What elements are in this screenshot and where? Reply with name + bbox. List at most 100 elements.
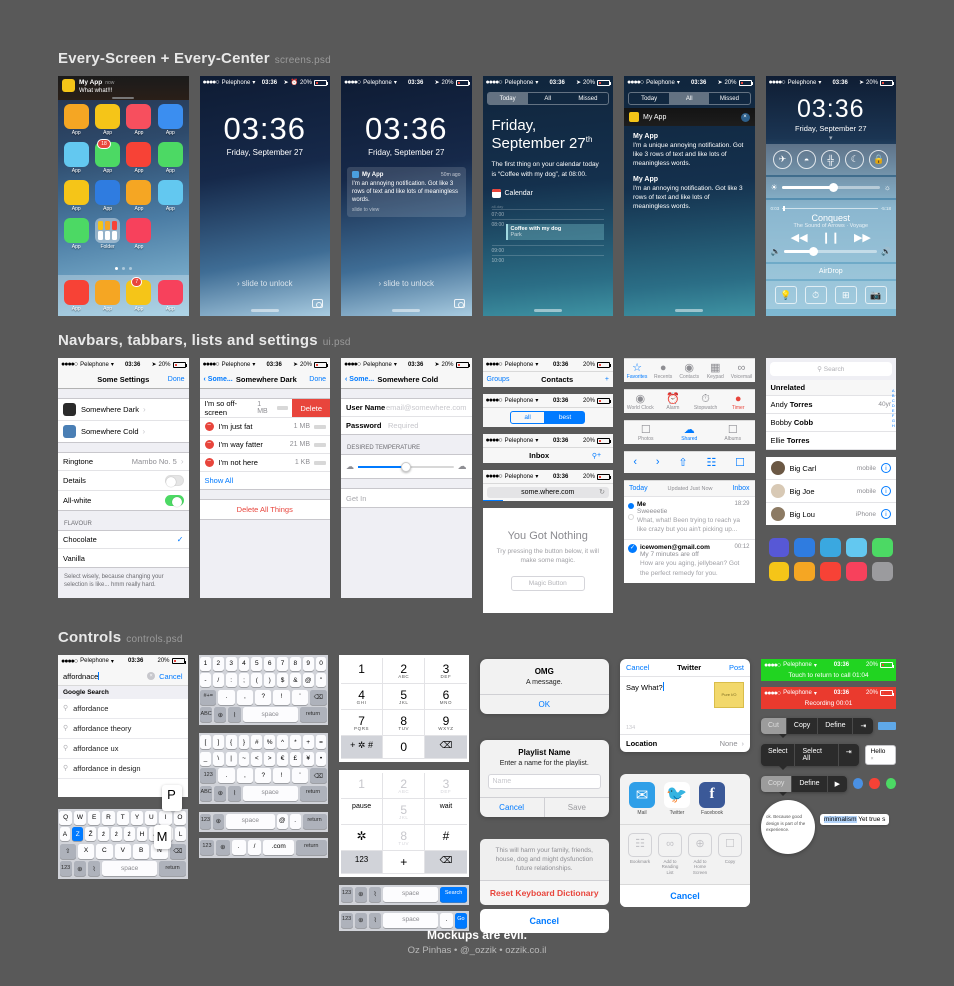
segment-all[interactable]: all [510, 411, 545, 424]
app-icon-tile[interactable]: App [157, 104, 183, 136]
key-percent[interactable]: % [264, 735, 276, 750]
tab-contacts[interactable]: ◉ Contacts [676, 362, 702, 380]
settings-row-vanilla[interactable]: Vanilla [58, 549, 189, 567]
action-bookmark[interactable]: ☷ Bookmark [628, 832, 652, 876]
numbers-key[interactable]: 123 [340, 912, 353, 928]
cc-grabber[interactable]: ▾ [766, 134, 897, 142]
key-apostrophe[interactable]: ' [291, 768, 309, 784]
keypad-8[interactable]: 8 TUV [383, 709, 426, 736]
airdrop-row[interactable]: AirDrop [765, 264, 896, 279]
green-dot-icon[interactable] [885, 778, 896, 790]
app-icon-tile[interactable]: App [157, 142, 183, 174]
key-bullet[interactable]: • [315, 751, 327, 766]
key-v[interactable]: V [114, 843, 131, 859]
red-dot-icon[interactable] [869, 778, 880, 790]
key-underscore[interactable]: _ [200, 751, 211, 766]
key-l[interactable]: L [175, 827, 186, 842]
define-button[interactable]: Define [818, 717, 854, 734]
key-pipe[interactable]: | [225, 751, 237, 766]
today-button[interactable]: Today [629, 485, 648, 492]
keypad-8[interactable]: 8 TUV [383, 824, 426, 851]
save-button[interactable]: Save [543, 797, 609, 817]
numbers-key[interactable]: 123 [340, 886, 353, 902]
key-exclaim[interactable]: ! [273, 689, 290, 705]
keypad-hash[interactable]: # [425, 825, 467, 851]
key-u[interactable]: U [145, 810, 158, 825]
abc-key[interactable]: ABC [200, 707, 213, 723]
keypad-6[interactable]: 6 MNO [425, 684, 467, 710]
done-button[interactable]: Done [300, 376, 326, 383]
globe-key[interactable]: ⊕ [214, 707, 227, 723]
return-key[interactable]: return [299, 785, 327, 801]
inbox-button[interactable]: Inbox [732, 485, 749, 492]
share-app-facebook[interactable]: f Facebook [699, 781, 725, 816]
app-icon-tile[interactable]: App [63, 218, 89, 250]
volume-slider[interactable]: 🔈 🔊 [771, 247, 891, 256]
space-key[interactable]: space [102, 861, 158, 877]
key-dash[interactable]: - [200, 673, 211, 688]
add-contact-button[interactable]: + [605, 376, 609, 383]
key-2[interactable]: 2 [212, 656, 224, 671]
action-copy[interactable]: ☐ Copy [718, 832, 742, 876]
globe-key[interactable]: ⊕ [214, 785, 227, 801]
keypad-pause[interactable]: pause [341, 798, 384, 825]
slider-track[interactable] [784, 247, 878, 256]
return-key[interactable]: return [299, 707, 327, 723]
timer-icon[interactable]: ⏱ [804, 286, 827, 304]
define-button[interactable]: Define [792, 775, 828, 792]
tab-alarm[interactable]: ⏰ Alarm [657, 393, 690, 411]
app-icon-tile[interactable]: App [94, 104, 121, 136]
swatch[interactable] [820, 538, 842, 557]
period-key[interactable]: . [289, 813, 301, 829]
tweet-text-area[interactable]: Say What? Pure I/O [620, 677, 750, 725]
bookmarks-icon[interactable]: ☷ [706, 456, 716, 469]
mail-row[interactable]: Me 18:29 Sweeeetie What, what! Been tryi… [624, 496, 755, 540]
key-colon[interactable]: : [225, 673, 237, 688]
more-arrow-icon[interactable]: ⇥ [853, 718, 873, 734]
compose-button[interactable]: + [597, 452, 609, 459]
call-row[interactable]: Big Carl mobile i [765, 457, 896, 480]
app-icon-tile-badged[interactable]: 18 App [94, 139, 121, 174]
back-button[interactable]: ‹ Some... [345, 376, 374, 383]
app-icon-tile[interactable]: App [157, 180, 183, 212]
period-key[interactable]: . [231, 839, 246, 855]
app-icon-tile[interactable]: App [126, 104, 152, 136]
flashlight-icon[interactable]: 💡 [774, 286, 797, 304]
key-9[interactable]: 9 [302, 656, 314, 671]
key-pound[interactable]: £ [289, 751, 301, 766]
slide-to-unlock[interactable]: › slide to unlock [341, 279, 472, 288]
autocorrect-bubble[interactable]: Hello × [864, 744, 896, 765]
post-button[interactable]: Post [729, 663, 744, 672]
show-all-button[interactable]: Show All [199, 472, 330, 490]
key-z[interactable]: Z [72, 827, 84, 842]
key-question[interactable]: ? [255, 768, 272, 784]
slash-key[interactable]: / [247, 839, 262, 855]
nc-grabber[interactable] [675, 309, 704, 312]
delete-button[interactable]: Delete [292, 399, 330, 417]
copy-button[interactable]: Copy [787, 717, 819, 734]
call-status-bar[interactable]: ●●●●○ Pelephone ▾ 03:36 20% Touch to ret… [761, 658, 896, 681]
space-key[interactable]: space [225, 813, 275, 829]
search-key[interactable]: Search [440, 886, 467, 902]
close-icon[interactable]: × [740, 112, 750, 122]
app-icon-tile[interactable]: App [94, 180, 121, 212]
key-5[interactable]: 5 [251, 656, 263, 671]
key-6[interactable]: 6 [264, 656, 276, 671]
key-paren-open[interactable]: ( [251, 673, 263, 688]
tab-recents[interactable]: ● Recents [650, 362, 676, 380]
key-z-caron[interactable]: Ž [85, 827, 97, 842]
calculator-icon[interactable]: ⊞ [834, 286, 857, 304]
camera-icon[interactable] [453, 299, 465, 308]
key-hash[interactable]: # [251, 735, 263, 750]
period-key[interactable]: . [440, 912, 453, 928]
space-key[interactable]: space [383, 912, 439, 928]
app-icon-tile[interactable]: App [126, 218, 152, 250]
keypad-star[interactable]: ✲ [341, 824, 384, 851]
keypad-2[interactable]: 2 ABC [383, 657, 426, 684]
settings-row-allwhite[interactable]: All-white [58, 491, 189, 510]
key-semicolon[interactable]: ; [238, 673, 250, 688]
share-app-mail[interactable]: ✉ Mail [629, 781, 655, 816]
suggestion-row[interactable]: ⚲ affordance in design [58, 759, 188, 779]
key-i[interactable]: I [159, 810, 172, 825]
select-circle[interactable] [628, 514, 634, 521]
